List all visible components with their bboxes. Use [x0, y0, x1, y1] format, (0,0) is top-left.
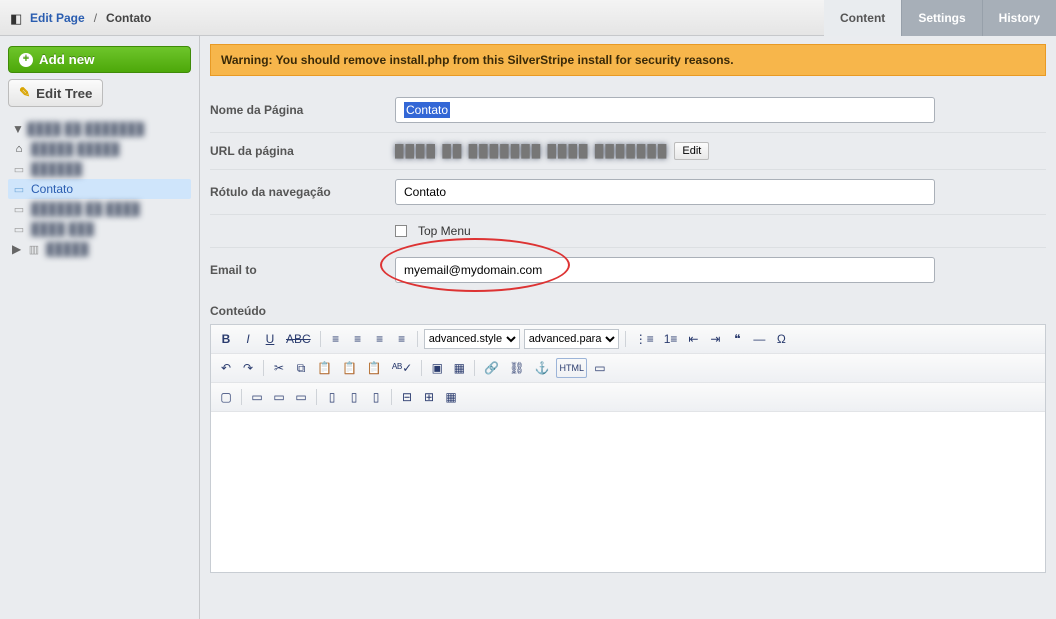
page-name-label: Nome da Página — [210, 103, 395, 117]
anchor-button[interactable]: ⚓ — [532, 358, 553, 378]
home-icon — [12, 142, 26, 156]
table-button[interactable]: ▦ — [450, 358, 468, 378]
align-center-button[interactable]: ≡ — [349, 329, 367, 349]
blockquote-button[interactable]: ❝ — [728, 329, 746, 349]
breadcrumb-root[interactable]: Edit Page — [30, 11, 85, 25]
plus-icon: + — [19, 53, 33, 67]
split-cell-button[interactable]: ⊟ — [398, 387, 416, 407]
bold-button[interactable]: B — [217, 329, 235, 349]
underline-button[interactable]: U — [261, 329, 279, 349]
page-icon — [12, 202, 26, 216]
tab-settings[interactable]: Settings — [901, 0, 981, 36]
paste-button[interactable]: 📋 — [314, 358, 335, 378]
align-right-button[interactable]: ≡ — [371, 329, 389, 349]
tree-item[interactable]: ██████ ██ ████ — [8, 199, 191, 219]
warning-banner: Warning: You should remove install.php f… — [210, 44, 1046, 76]
merge-cell-button[interactable]: ⊞ — [420, 387, 438, 407]
row-delete-button[interactable]: ▭ — [292, 387, 310, 407]
edit-tree-label: Edit Tree — [36, 86, 92, 101]
email-to-label: Email to — [210, 263, 395, 277]
style-select[interactable]: advanced.style — [424, 329, 520, 349]
editor-toolbar-row-3: ▢ ▭ ▭ ▭ ▯ ▯ ▯ ⊟ ⊞ ▦ — [211, 383, 1045, 412]
html-button[interactable]: HTML — [556, 358, 587, 378]
main-content: Warning: You should remove install.php f… — [200, 36, 1056, 619]
page-icon — [12, 222, 26, 236]
page-name-input[interactable]: Contato — [395, 97, 935, 123]
chevron-down-icon: ▼ — [12, 122, 22, 136]
copy-button[interactable]: ⧉ — [292, 358, 310, 378]
add-new-label: Add new — [39, 52, 95, 67]
top-menu-label: Top Menu — [418, 224, 471, 238]
content-label: Conteúdo — [210, 292, 1046, 324]
tree-item[interactable]: ██████ — [8, 159, 191, 179]
breadcrumb: Edit Page / Contato — [0, 0, 161, 35]
url-edit-button[interactable]: Edit — [674, 142, 709, 160]
tree-item[interactable]: ▼████ ██ ███████ — [8, 119, 191, 139]
silverstripe-icon — [10, 11, 24, 25]
paste-word-button[interactable]: 📋 — [364, 358, 385, 378]
add-new-button[interactable]: + Add new — [8, 46, 191, 73]
link-button[interactable]: 🔗 — [481, 358, 502, 378]
unlink-button[interactable]: ⛓ — [506, 358, 527, 378]
top-menu-checkbox[interactable] — [395, 225, 407, 237]
email-to-input[interactable] — [395, 257, 935, 283]
editor-toolbar-row-2: ↶ ↷ ✂ ⧉ 📋 📋 📋 ᴬᴮ✓ ▣ ▦ 🔗 ⛓ ⚓ HTML — [211, 354, 1045, 383]
indent-button[interactable]: ⇥ — [706, 329, 724, 349]
row-after-button[interactable]: ▭ — [270, 387, 288, 407]
tree-item-selected[interactable]: Contato — [8, 179, 191, 199]
edit-tree-button[interactable]: ✎ Edit Tree — [8, 79, 103, 107]
hr-button[interactable]: — — [750, 329, 768, 349]
cell-props-button[interactable]: ▢ — [217, 387, 235, 407]
number-list-button[interactable]: 1≡ — [661, 329, 681, 349]
undo-button[interactable]: ↶ — [217, 358, 235, 378]
italic-button[interactable]: I — [239, 329, 257, 349]
redo-button[interactable]: ↷ — [239, 358, 257, 378]
tab-history[interactable]: History — [982, 0, 1056, 36]
special-char-button[interactable]: Ω — [772, 329, 790, 349]
row-before-button[interactable]: ▭ — [248, 387, 266, 407]
url-label: URL da página — [210, 144, 395, 158]
folder-icon — [27, 242, 41, 256]
url-value: ████ ██ ███████ ████ ███████ — [395, 144, 668, 158]
outdent-button[interactable]: ⇤ — [684, 329, 702, 349]
page-tree: ▼████ ██ ███████ █████ █████ ██████ Cont… — [8, 119, 191, 259]
spellcheck-button[interactable]: ᴬᴮ✓ — [389, 358, 415, 378]
image-button[interactable]: ▣ — [428, 358, 446, 378]
tree-item[interactable]: ████ ███ — [8, 219, 191, 239]
tab-content[interactable]: Content — [824, 0, 901, 36]
chevron-right-icon: ▶ — [12, 242, 22, 256]
breadcrumb-separator: / — [91, 11, 100, 25]
nav-label-label: Rótulo da navegação — [210, 185, 395, 199]
fullscreen-button[interactable]: ▭ — [591, 358, 609, 378]
align-justify-button[interactable]: ≡ — [393, 329, 411, 349]
tree-item[interactable]: ▶█████ — [8, 239, 191, 259]
paragraph-select[interactable]: advanced.para — [524, 329, 619, 349]
pencil-icon: ✎ — [19, 85, 30, 101]
editor-textarea[interactable] — [211, 412, 1045, 572]
strikethrough-button[interactable]: ABC — [283, 329, 314, 349]
col-before-button[interactable]: ▯ — [323, 387, 341, 407]
col-after-button[interactable]: ▯ — [345, 387, 363, 407]
table-props-button[interactable]: ▦ — [442, 387, 460, 407]
paste-text-button[interactable]: 📋 — [339, 358, 360, 378]
editor-toolbar-row-1: B I U ABC ≡ ≡ ≡ ≡ advanced.style advance… — [211, 325, 1045, 354]
tree-item[interactable]: █████ █████ — [8, 139, 191, 159]
nav-label-input[interactable] — [395, 179, 935, 205]
bullet-list-button[interactable]: ⋮≡ — [632, 329, 657, 349]
breadcrumb-page: Contato — [106, 11, 151, 25]
align-left-button[interactable]: ≡ — [327, 329, 345, 349]
cut-button[interactable]: ✂ — [270, 358, 288, 378]
page-icon — [12, 182, 26, 196]
page-icon — [12, 162, 26, 176]
sidebar: + Add new ✎ Edit Tree ▼████ ██ ███████ █… — [0, 36, 200, 619]
rich-text-editor: B I U ABC ≡ ≡ ≡ ≡ advanced.style advance… — [210, 324, 1046, 573]
col-delete-button[interactable]: ▯ — [367, 387, 385, 407]
